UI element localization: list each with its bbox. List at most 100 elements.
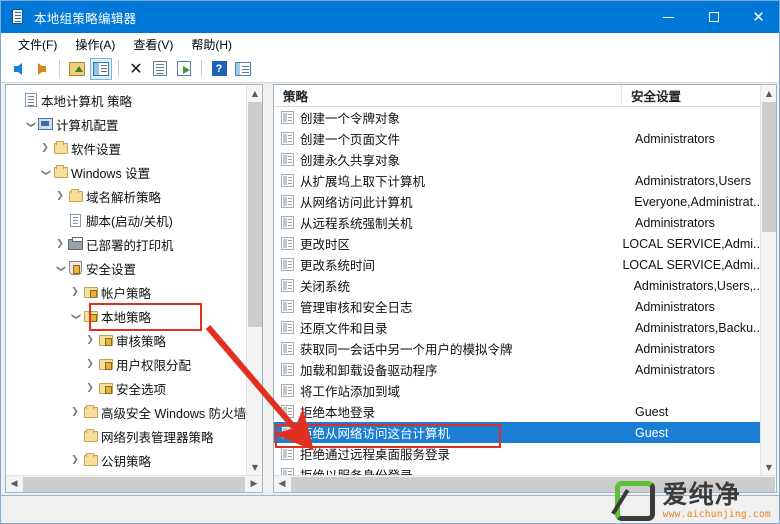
security-setting-cell: LOCAL SERVICE,Admi.. [622, 257, 760, 272]
menu-help[interactable]: 帮助(H) [182, 34, 241, 55]
help-button[interactable]: ? [208, 58, 230, 80]
table-row[interactable]: 更改系统时间 LOCAL SERVICE,Admi.. [274, 254, 760, 275]
list-scroll-thumb[interactable] [762, 102, 776, 232]
table-row[interactable]: 拒绝从网络访问这台计算机 Guest [274, 422, 760, 443]
export-list-icon [177, 61, 191, 76]
scroll-down-icon[interactable]: ▼ [247, 459, 262, 475]
table-row[interactable]: 拒绝以服务身份登录 [274, 464, 760, 475]
menu-view[interactable]: 查看(V) [124, 34, 182, 55]
forward-button[interactable] [31, 58, 53, 80]
forward-icon [38, 62, 46, 75]
tree-item[interactable]: 本地计算机 策略 [6, 88, 246, 112]
export-list-button[interactable] [173, 58, 195, 80]
window-title: 本地组策略编辑器 [34, 11, 137, 26]
chevron-right-icon[interactable]: ❯ [68, 407, 82, 417]
table-row[interactable]: 将工作站添加到域 [274, 380, 760, 401]
tree-item-label: Windows 设置 [71, 166, 151, 181]
toolbar: ✕ ? [1, 55, 779, 83]
scroll-up-icon[interactable]: ▲ [761, 85, 776, 101]
tree-item[interactable]: ❯ 计算机配置 [6, 112, 246, 136]
scroll-left-icon[interactable]: ◀ [274, 476, 290, 492]
menu-action[interactable]: 操作(A) [66, 34, 124, 55]
scroll-down-icon[interactable]: ▼ [761, 459, 776, 475]
tree-item[interactable]: ❯ Windows 设置 [6, 160, 246, 184]
maximize-button[interactable] [691, 1, 736, 33]
table-row[interactable]: 创建永久共享对象 [274, 149, 760, 170]
security-setting-cell: LOCAL SERVICE,Admi.. [622, 236, 760, 251]
tree-item[interactable]: ❯ 安全设置 [6, 256, 246, 280]
table-row[interactable]: 加载和卸载设备驱动程序 Administrators [274, 359, 760, 380]
help-icon: ? [211, 61, 227, 76]
policy-name-cell: 获取同一会话中另一个用户的模拟令牌 [274, 339, 622, 358]
column-header-policy[interactable]: 策略 [274, 85, 622, 107]
chevron-right-icon[interactable]: ❯ [53, 239, 67, 249]
table-row[interactable]: 从远程系统强制关机 Administrators [274, 212, 760, 233]
menu-file[interactable]: 文件(F) [9, 34, 66, 55]
back-button[interactable] [7, 58, 29, 80]
list-vertical-scrollbar[interactable]: ▲ ▼ [760, 85, 776, 492]
minimize-button[interactable] [646, 1, 691, 33]
tree-item[interactable]: ❯ 本地策略 [6, 304, 246, 328]
policy-icon [281, 447, 294, 460]
view-list-button[interactable] [232, 58, 254, 80]
table-row[interactable]: 创建一个令牌对象 [274, 107, 760, 128]
table-row[interactable]: 从扩展坞上取下计算机 Administrators,Users [274, 170, 760, 191]
table-row[interactable]: 获取同一会话中另一个用户的模拟令牌 Administrators [274, 338, 760, 359]
list-header: 策略 安全设置 [274, 85, 760, 107]
tree-item[interactable]: ❯ 公钥策略 [6, 448, 246, 472]
chevron-down-icon[interactable]: ❯ [41, 165, 51, 179]
window-controls: ✕ [646, 1, 779, 33]
tree-item[interactable]: 脚本(启动/关机) [6, 208, 246, 232]
chevron-right-icon[interactable]: ❯ [83, 359, 97, 369]
tree-hscroll-track[interactable] [23, 476, 245, 492]
delete-button[interactable]: ✕ [125, 58, 147, 80]
tree-item[interactable]: ❯ 已部署的打印机 [6, 232, 246, 256]
scroll-right-icon[interactable]: ▶ [246, 476, 262, 492]
policy-name-label: 拒绝本地登录 [300, 406, 376, 420]
policy-name-cell: 拒绝本地登录 [274, 402, 622, 421]
chevron-down-icon[interactable]: ❯ [71, 309, 81, 323]
chevron-down-icon[interactable]: ❯ [56, 261, 66, 275]
security-setting-cell: Administrators,Backu.. [634, 320, 760, 335]
table-row[interactable]: 更改时区 LOCAL SERVICE,Admi.. [274, 233, 760, 254]
watermark: 爱纯净 www.aichunjing.com [614, 481, 771, 521]
table-row[interactable]: 关闭系统 Administrators,Users,.. [274, 275, 760, 296]
scroll-up-icon[interactable]: ▲ [247, 85, 262, 101]
show-hide-tree-button[interactable] [90, 57, 112, 80]
chevron-right-icon[interactable]: ❯ [68, 287, 82, 297]
tree-item[interactable]: ❯ 用户权限分配 [6, 352, 246, 376]
titlebar: 本地组策略编辑器 ✕ [1, 1, 779, 33]
tree-item[interactable]: ❯ 审核策略 [6, 328, 246, 352]
close-button[interactable]: ✕ [736, 1, 779, 33]
chevron-down-icon[interactable]: ❯ [26, 117, 36, 131]
tree-item[interactable]: ❯ 域名解析策略 [6, 184, 246, 208]
tree-horizontal-scrollbar[interactable]: ◀ ▶ [6, 475, 262, 492]
policy-name-cell: 从网络访问此计算机 [274, 192, 621, 211]
tree-vertical-scrollbar[interactable]: ▲ ▼ [246, 85, 262, 492]
tree-item[interactable]: ❯ 安全选项 [6, 376, 246, 400]
policy-name-label: 创建一个令牌对象 [300, 112, 401, 126]
policy-name-label: 从扩展坞上取下计算机 [300, 175, 426, 189]
scroll-left-icon[interactable]: ◀ [6, 476, 22, 492]
tree-item[interactable]: ❯ 软件设置 [6, 136, 246, 160]
properties-button[interactable] [149, 58, 171, 80]
tree-item[interactable]: ❯ 高级安全 Windows 防火墙 [6, 400, 246, 424]
column-header-security-setting[interactable]: 安全设置 [622, 85, 760, 107]
table-row[interactable]: 拒绝本地登录 Guest [274, 401, 760, 422]
chevron-right-icon[interactable]: ❯ [83, 383, 97, 393]
chevron-right-icon[interactable]: ❯ [68, 455, 82, 465]
table-row[interactable]: 拒绝通过远程桌面服务登录 [274, 443, 760, 464]
chevron-right-icon[interactable]: ❯ [38, 143, 52, 153]
table-row[interactable]: 还原文件和目录 Administrators,Backu.. [274, 317, 760, 338]
chevron-right-icon[interactable]: ❯ [53, 191, 67, 201]
chevron-right-icon[interactable]: ❯ [83, 335, 97, 345]
tree-scroll-thumb[interactable] [248, 102, 262, 327]
up-folder-button[interactable] [66, 58, 88, 80]
policy-name-cell: 创建一个令牌对象 [274, 108, 622, 127]
tree-item[interactable]: ❯ 帐户策略 [6, 280, 246, 304]
tree-item[interactable]: 网络列表管理器策略 [6, 424, 246, 448]
security-setting-cell: Guest [635, 404, 669, 419]
table-row[interactable]: 管理审核和安全日志 Administrators [274, 296, 760, 317]
table-row[interactable]: 创建一个页面文件 Administrators [274, 128, 760, 149]
table-row[interactable]: 从网络访问此计算机 Everyone,Administrat.. [274, 191, 760, 212]
